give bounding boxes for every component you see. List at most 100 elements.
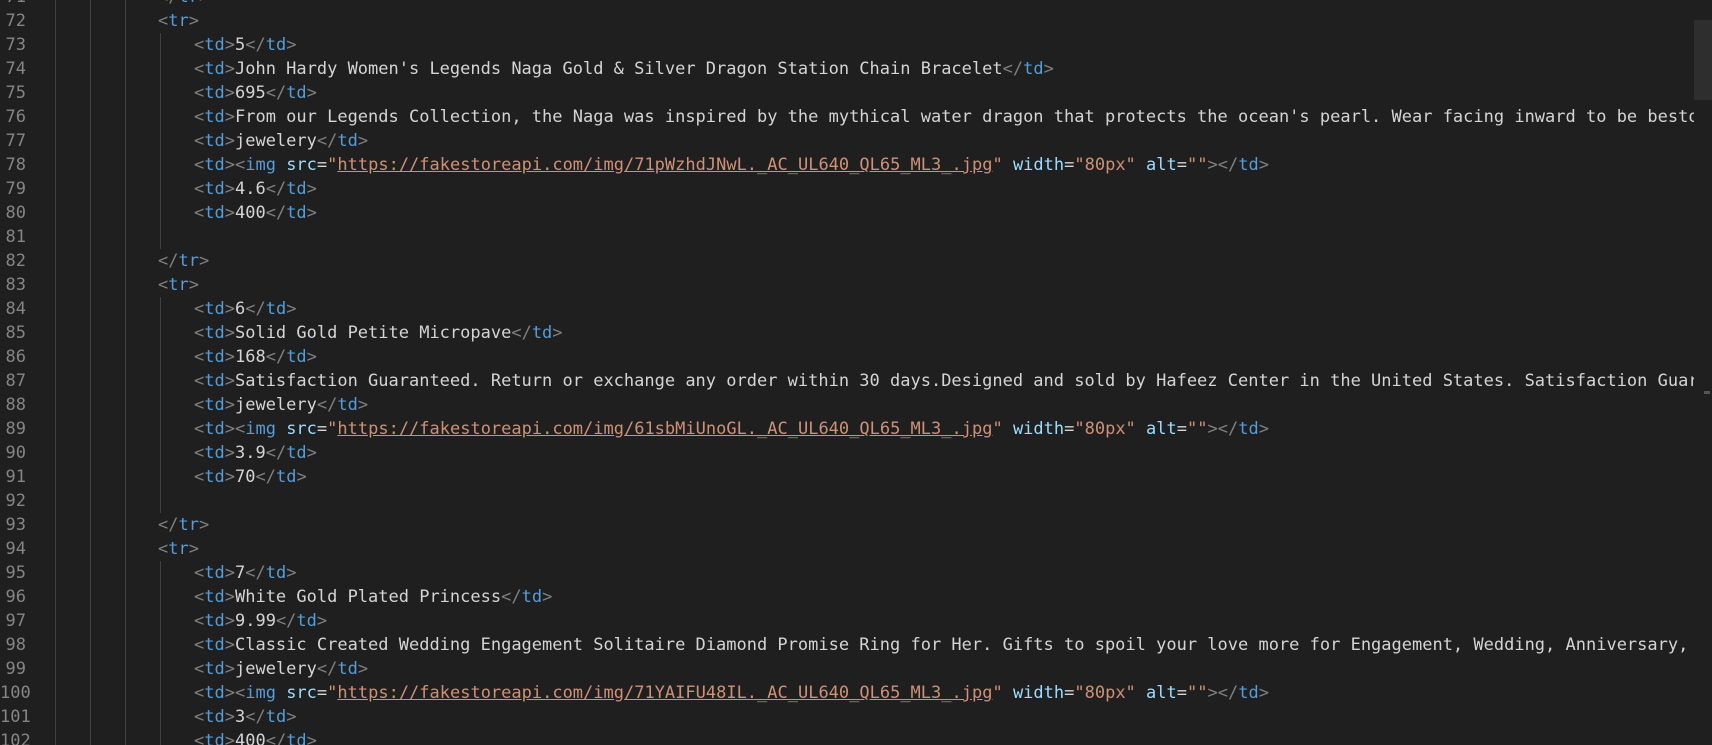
code-line[interactable]: 86 <td>168</td> [0,345,1700,369]
code-line[interactable]: 85 <td>Solid Gold Petite Micropave</td> [0,321,1700,345]
indent-guide [55,177,56,201]
code-token: < [194,611,205,631]
code-token: > [306,179,317,199]
code-token: < [194,107,205,127]
code-line[interactable]: 75 <td>695</td> [0,81,1700,105]
code-line[interactable]: 87 <td>Satisfaction Guaranteed. Return or… [0,369,1712,393]
code-token: jewelery [234,395,317,415]
code-token: </ [265,443,287,463]
code-line[interactable]: 97 <td>9.99</td> [0,609,1700,633]
code-line[interactable]: 73 <td>5</td> [0,33,1700,57]
vertical-scrollbar[interactable] [1694,0,1712,745]
code-token: img [245,419,276,439]
code-content: <tr> [158,273,199,297]
code-line[interactable]: 72 <tr> [0,9,1700,33]
code-link[interactable]: https://fakestoreapi.com/img/71YAIFU48IL… [337,683,992,703]
indent-guide [160,369,161,393]
code-line[interactable]: 100 <td><img src="https://fakestoreapi.co… [0,681,1700,705]
code-line[interactable]: 74 <td>John Hardy Women's Legends Naga Go… [0,57,1700,81]
indent-guide [125,417,126,441]
code-line[interactable]: 99 <td>jewelery</td> [0,657,1700,681]
code-line[interactable]: 92 [0,489,1700,513]
code-token: Classic Created Wedding Engagement Solit… [234,635,1712,655]
code-line[interactable]: 94 <tr> [0,537,1700,561]
code-line[interactable]: 96 <td>White Gold Plated Princess</td> [0,585,1700,609]
indent-guide [55,153,56,177]
indent-guide [90,273,91,297]
scroll-thumb[interactable] [1694,20,1712,100]
indent-guide [55,537,56,561]
indent-guide [160,657,161,681]
code-line[interactable]: 93 </tr> [0,513,1700,537]
code-token: </ [316,131,338,151]
code-line[interactable]: 82 </tr> [0,249,1700,273]
code-token: 5 [234,35,246,55]
indent-guide [125,33,126,57]
code-link[interactable]: https://fakestoreapi.com/img/61sbMiUnoGL… [337,419,992,439]
code-line[interactable]: 79 <td>4.6</td> [0,177,1700,201]
code-token: = [1176,683,1188,703]
code-token: > [224,443,235,463]
code-line[interactable]: 98 <td>Classic Created Wedding Engagement… [0,633,1712,657]
code-line[interactable]: 76 <td>From our Legends Collection, the N… [0,105,1712,129]
code-token: > [296,467,307,487]
code-token: >< [224,155,246,175]
code-editor[interactable]: 71</tr>72<tr>73<td>5</td>74<td>John Hard… [0,0,1712,745]
indent-guide [55,225,56,249]
code-content: <td>4.6</td> [194,177,317,201]
indent-guide [90,153,91,177]
code-token: = [1064,155,1075,175]
indent-guide [90,657,91,681]
indent-guide [90,369,91,393]
code-line[interactable]: 102 <td>400</td> [0,729,1700,745]
indent-guide [160,705,161,729]
code-line[interactable]: 71 </tr> [0,0,1700,9]
code-line[interactable]: 91 <td>70</td> [0,465,1700,489]
code-line[interactable]: 83 <tr> [0,273,1700,297]
code-token: td [286,83,307,103]
code-token: > [198,251,210,271]
code-token: Solid Gold Petite Micropave [234,323,512,343]
indent-guide [55,9,56,33]
indent-guide [55,369,56,393]
code-token: td [265,299,287,319]
code-line[interactable]: 101 <td>3</td> [0,705,1700,729]
code-link[interactable]: https://fakestoreapi.com/img/71pWzhdJNwL… [337,155,992,175]
code-line[interactable]: 90 <td>3.9</td> [0,441,1700,465]
indent-guide [55,729,56,745]
code-token: < [194,179,205,199]
code-line[interactable]: 88 <td>jewelery</td> [0,393,1700,417]
code-token: "80px" [1074,419,1136,439]
code-content: <td>3.9</td> [194,441,317,465]
indent-guide [160,393,161,417]
indent-guide [125,633,126,657]
line-number: 95 [5,563,26,583]
line-number: 86 [5,347,26,367]
code-token: td [204,35,225,55]
indent-guide [125,129,126,153]
indent-guide [160,345,161,369]
code-token: < [194,299,205,319]
indent-guide [55,0,56,9]
code-token: td [286,179,307,199]
code-content: <tr> [158,537,199,561]
code-line[interactable]: 95 <td>7</td> [0,561,1700,585]
code-token: John Hardy Women's Legends Naga Gold & S… [234,59,1003,79]
code-line[interactable]: 77 <td>jewelery</td> [0,129,1700,153]
code-content: <td>9.99</td> [194,609,327,633]
code-line[interactable]: 84 <td>6</td> [0,297,1700,321]
line-number: 74 [5,59,26,79]
indent-guide [125,513,126,537]
code-line[interactable]: 89 <td><img src="https://fakestoreapi.com… [0,417,1700,441]
code-line[interactable]: 80 <td>400</td> [0,201,1700,225]
code-content: <td>From our Legends Collection, the Nag… [194,105,1712,129]
line-number: 82 [5,251,26,271]
indent-guide [55,465,56,489]
code-line[interactable]: 78 <td><img src="https://fakestoreapi.com… [0,153,1700,177]
code-token: td [286,731,307,745]
code-line[interactable]: 81 [0,225,1700,249]
indent-guide [90,0,91,9]
code-token: Satisfaction Guaranteed. Return or excha… [234,371,1712,391]
